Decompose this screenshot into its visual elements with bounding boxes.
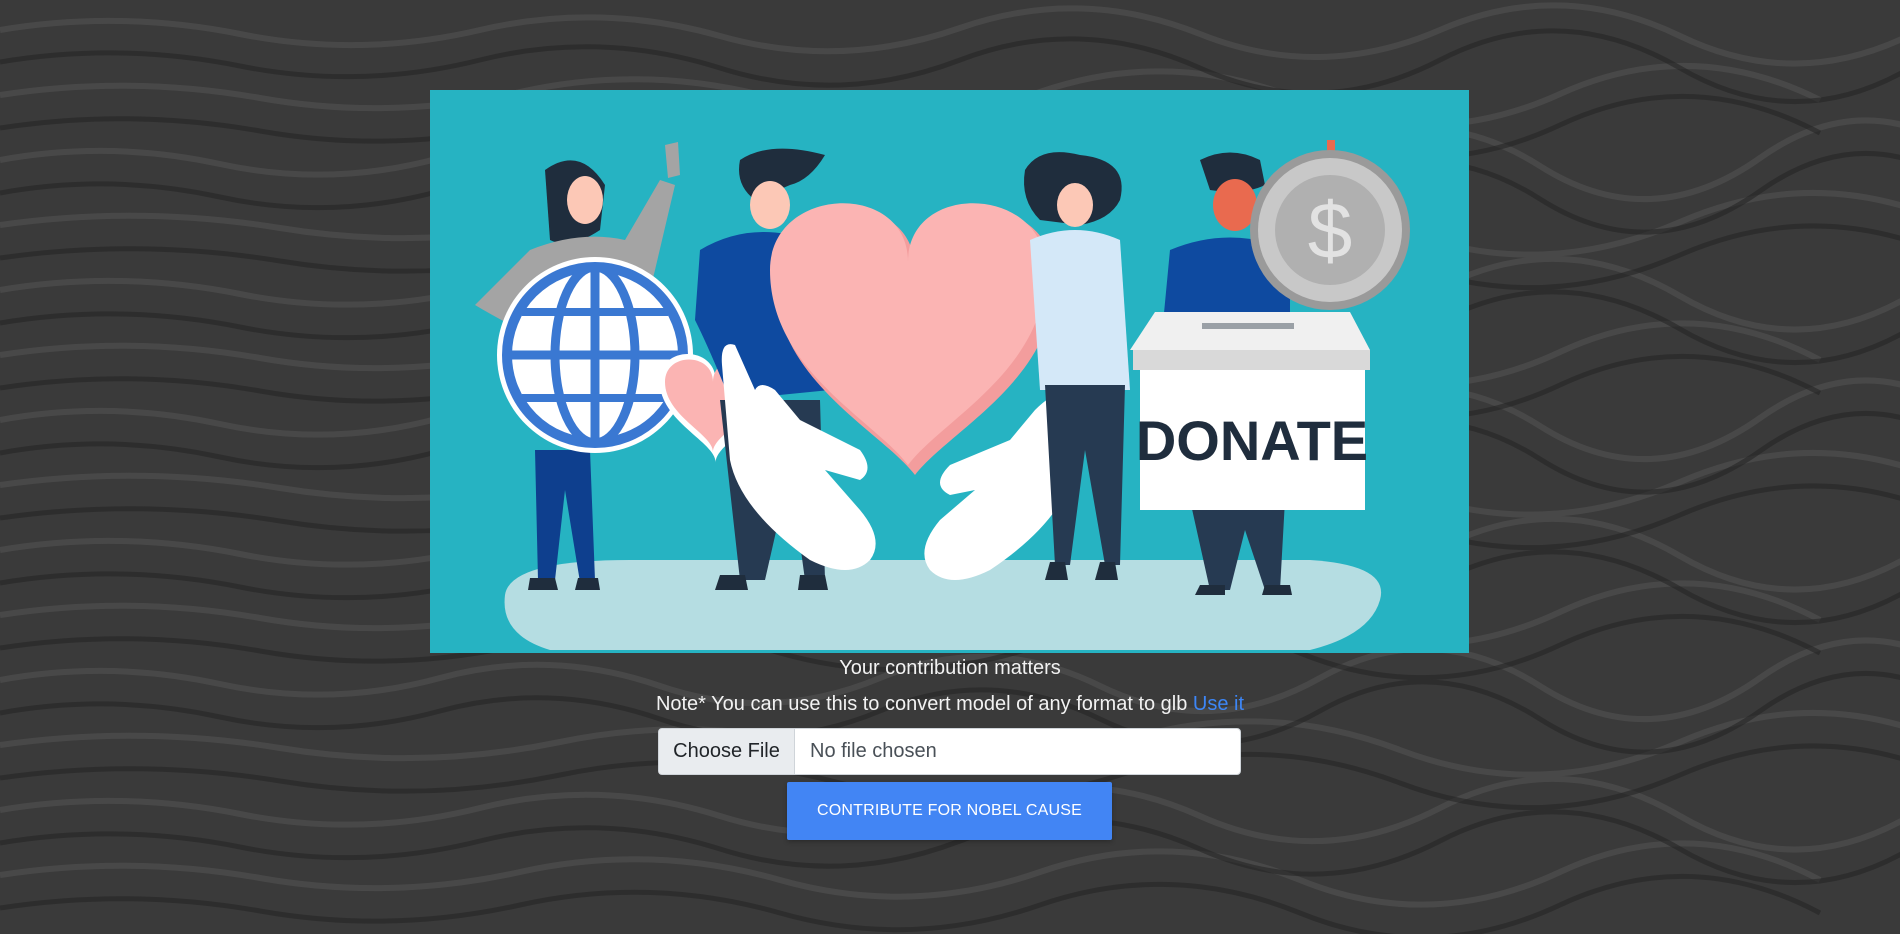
- file-input[interactable]: Choose File No file chosen: [658, 728, 1241, 775]
- charity-illustration: $ DONATE: [430, 90, 1469, 653]
- choose-file-button[interactable]: Choose File: [659, 729, 795, 774]
- file-status-text: No file chosen: [810, 740, 937, 762]
- note-body: Note* You can use this to convert model …: [655, 693, 1193, 715]
- svg-text:$: $: [1308, 186, 1353, 275]
- use-it-link[interactable]: Use it: [1193, 693, 1244, 715]
- svg-text:DONATE: DONATE: [1136, 409, 1368, 472]
- contribute-button[interactable]: CONTRIBUTE FOR NOBEL CAUSE: [787, 782, 1112, 840]
- donation-box-icon: DONATE: [1130, 312, 1370, 510]
- globe-icon: [497, 257, 693, 453]
- hero-illustration: $ DONATE: [430, 90, 1469, 653]
- caption-text: Your contribution matters: [839, 657, 1061, 679]
- note-text: Note* You can use this to convert model …: [0, 693, 1900, 716]
